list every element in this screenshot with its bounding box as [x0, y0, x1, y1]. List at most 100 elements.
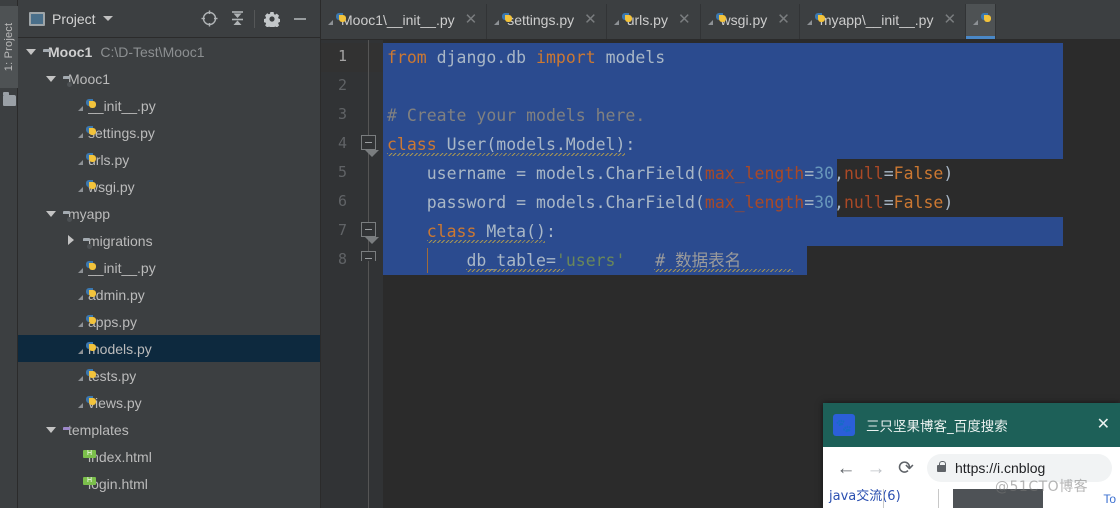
code-token: # 数据表名	[655, 251, 742, 270]
tree-item-label: index.html	[88, 448, 152, 465]
code-token: =	[804, 164, 815, 183]
table-divider	[938, 489, 939, 508]
fold-toggle-icon[interactable]	[361, 135, 376, 150]
code-line[interactable]: # Create your models here.	[383, 101, 1063, 130]
tree-item-models-py[interactable]: models.py	[18, 335, 320, 362]
editor-tab-wsgi-py[interactable]: wsgi.py ✕	[700, 0, 800, 39]
lock-icon	[937, 460, 946, 472]
folder-icon[interactable]	[3, 92, 16, 106]
close-icon[interactable]: ✕	[465, 12, 478, 27]
chevron-down-icon[interactable]	[46, 424, 57, 435]
editor-tab-label: settings.py	[507, 11, 575, 28]
code-token: # Create your models here.	[387, 106, 646, 125]
tree-item-label: migrations	[88, 232, 153, 249]
chevron-right-icon[interactable]	[66, 235, 77, 246]
tree-item-settings-py[interactable]: settings.py	[18, 119, 320, 146]
tree-item-wsgi-py[interactable]: wsgi.py	[18, 173, 320, 200]
code-token: django.db	[426, 48, 537, 67]
fold-toggle-icon[interactable]	[361, 222, 376, 237]
browser-title-bar: 🐾 三只坚果博客_百度搜索 ✕	[823, 403, 1120, 447]
editor-tab-active[interactable]	[966, 0, 997, 39]
collapse-all-icon[interactable]	[223, 4, 251, 34]
line-number: 5	[337, 163, 347, 181]
editor-gutter[interactable]: 1 2 3 4 5 6 7 8	[321, 40, 383, 508]
tree-item-admin-py[interactable]: admin.py	[18, 281, 320, 308]
tree-item-label: __init__.py	[88, 259, 156, 276]
tree-item-myapp[interactable]: myapp	[18, 200, 320, 227]
code-token: =	[804, 193, 815, 212]
line-number: 3	[337, 105, 347, 123]
project-tree[interactable]: Mooc1 C:\D-Test\Mooc1 Mooc1 __init__.py sett…	[18, 38, 320, 508]
code-token: )	[943, 193, 954, 212]
tree-item-mooc1[interactable]: Mooc1 C:\D-Test\Mooc1	[18, 38, 320, 65]
screen: 1: Project Project Mooc1 C:\D-Test\Mooc1…	[0, 0, 1120, 508]
tree-item-index-html[interactable]: Hindex.html	[18, 443, 320, 470]
tree-item---init---py[interactable]: __init__.py	[18, 92, 320, 119]
close-icon[interactable]: ✕	[943, 12, 956, 27]
text-caret	[426, 248, 428, 273]
code-token: username = models.CharField(	[387, 164, 705, 183]
code-token: ,	[834, 193, 844, 212]
editor-tab-mooc1---init---py[interactable]: Mooc1\__init__.py ✕	[321, 0, 488, 39]
editor-tab-settings-py[interactable]: settings.py ✕	[487, 0, 607, 39]
tree-item---init---py[interactable]: __init__.py	[18, 254, 320, 281]
code-token: null	[843, 164, 884, 183]
code-token: null	[843, 193, 884, 212]
browser-title: 三只坚果博客_百度搜索	[866, 419, 1008, 435]
project-panel-actions	[195, 4, 320, 34]
editor-tab-myapp---init---py[interactable]: myapp\__init__.py ✕	[799, 0, 967, 39]
editor-tab-urls-py[interactable]: urls.py ✕	[606, 0, 701, 39]
code-token: User(models.Model):	[436, 135, 636, 154]
close-icon[interactable]: ✕	[777, 12, 790, 27]
code-line[interactable]: username = models.CharField(max_length=3…	[383, 159, 953, 188]
tree-item-label: Mooc1	[68, 70, 111, 87]
tree-item-login-html[interactable]: Hlogin.html	[18, 470, 320, 497]
line-number: 1	[337, 47, 347, 65]
code-token: False	[893, 164, 944, 183]
divider	[254, 9, 255, 28]
tree-item-templates[interactable]: templates	[18, 416, 320, 443]
code-line[interactable]: from django.db import models	[383, 43, 1063, 72]
close-icon[interactable]: ✕	[584, 12, 597, 27]
hide-panel-icon[interactable]	[286, 4, 314, 34]
tree-item-migrations[interactable]: migrations	[18, 227, 320, 254]
editor-tab-bar[interactable]: Mooc1\__init__.py ✕ settings.py ✕ urls.py ✕ ws…	[321, 0, 1120, 40]
chevron-down-icon[interactable]	[46, 208, 57, 219]
back-button[interactable]: ←	[831, 453, 861, 483]
tree-item-label: __init__.py	[88, 97, 156, 114]
close-icon[interactable]: ✕	[1089, 417, 1110, 433]
project-panel-title: Project	[52, 10, 96, 27]
fold-guide-line	[368, 40, 369, 508]
code-token: max_length	[704, 164, 805, 183]
tree-item-mooc1[interactable]: Mooc1	[18, 65, 320, 92]
page-link-text[interactable]: java交流(6)	[829, 489, 901, 504]
chevron-down-icon[interactable]	[102, 16, 113, 21]
reload-button[interactable]: ⟳	[891, 453, 921, 483]
fold-arrow-icon	[365, 237, 379, 244]
code-token: max_length	[704, 193, 805, 212]
code-line[interactable]	[383, 72, 1063, 101]
locate-icon[interactable]	[195, 4, 223, 34]
editor-tab-label: Mooc1\__init__.py	[341, 11, 455, 28]
tree-item-urls-py[interactable]: urls.py	[18, 146, 320, 173]
gear-icon[interactable]	[258, 4, 286, 34]
tree-item-views-py[interactable]: views.py	[18, 389, 320, 416]
tree-item-apps-py[interactable]: apps.py	[18, 308, 320, 335]
tree-item-tests-py[interactable]: tests.py	[18, 362, 320, 389]
chevron-down-icon[interactable]	[26, 46, 37, 57]
code-token: class	[426, 222, 477, 241]
code-line[interactable]: password = models.CharField(max_length=3…	[383, 188, 953, 217]
fold-toggle-icon[interactable]	[361, 251, 376, 261]
code-token: )	[943, 164, 954, 183]
chevron-down-icon[interactable]	[46, 73, 57, 84]
forward-button[interactable]: →	[861, 453, 891, 483]
code-token: ,	[834, 164, 844, 183]
page-button[interactable]: To	[1103, 492, 1116, 506]
tool-window-tab-project[interactable]: 1: Project	[0, 6, 18, 88]
close-icon[interactable]: ✕	[678, 12, 691, 27]
